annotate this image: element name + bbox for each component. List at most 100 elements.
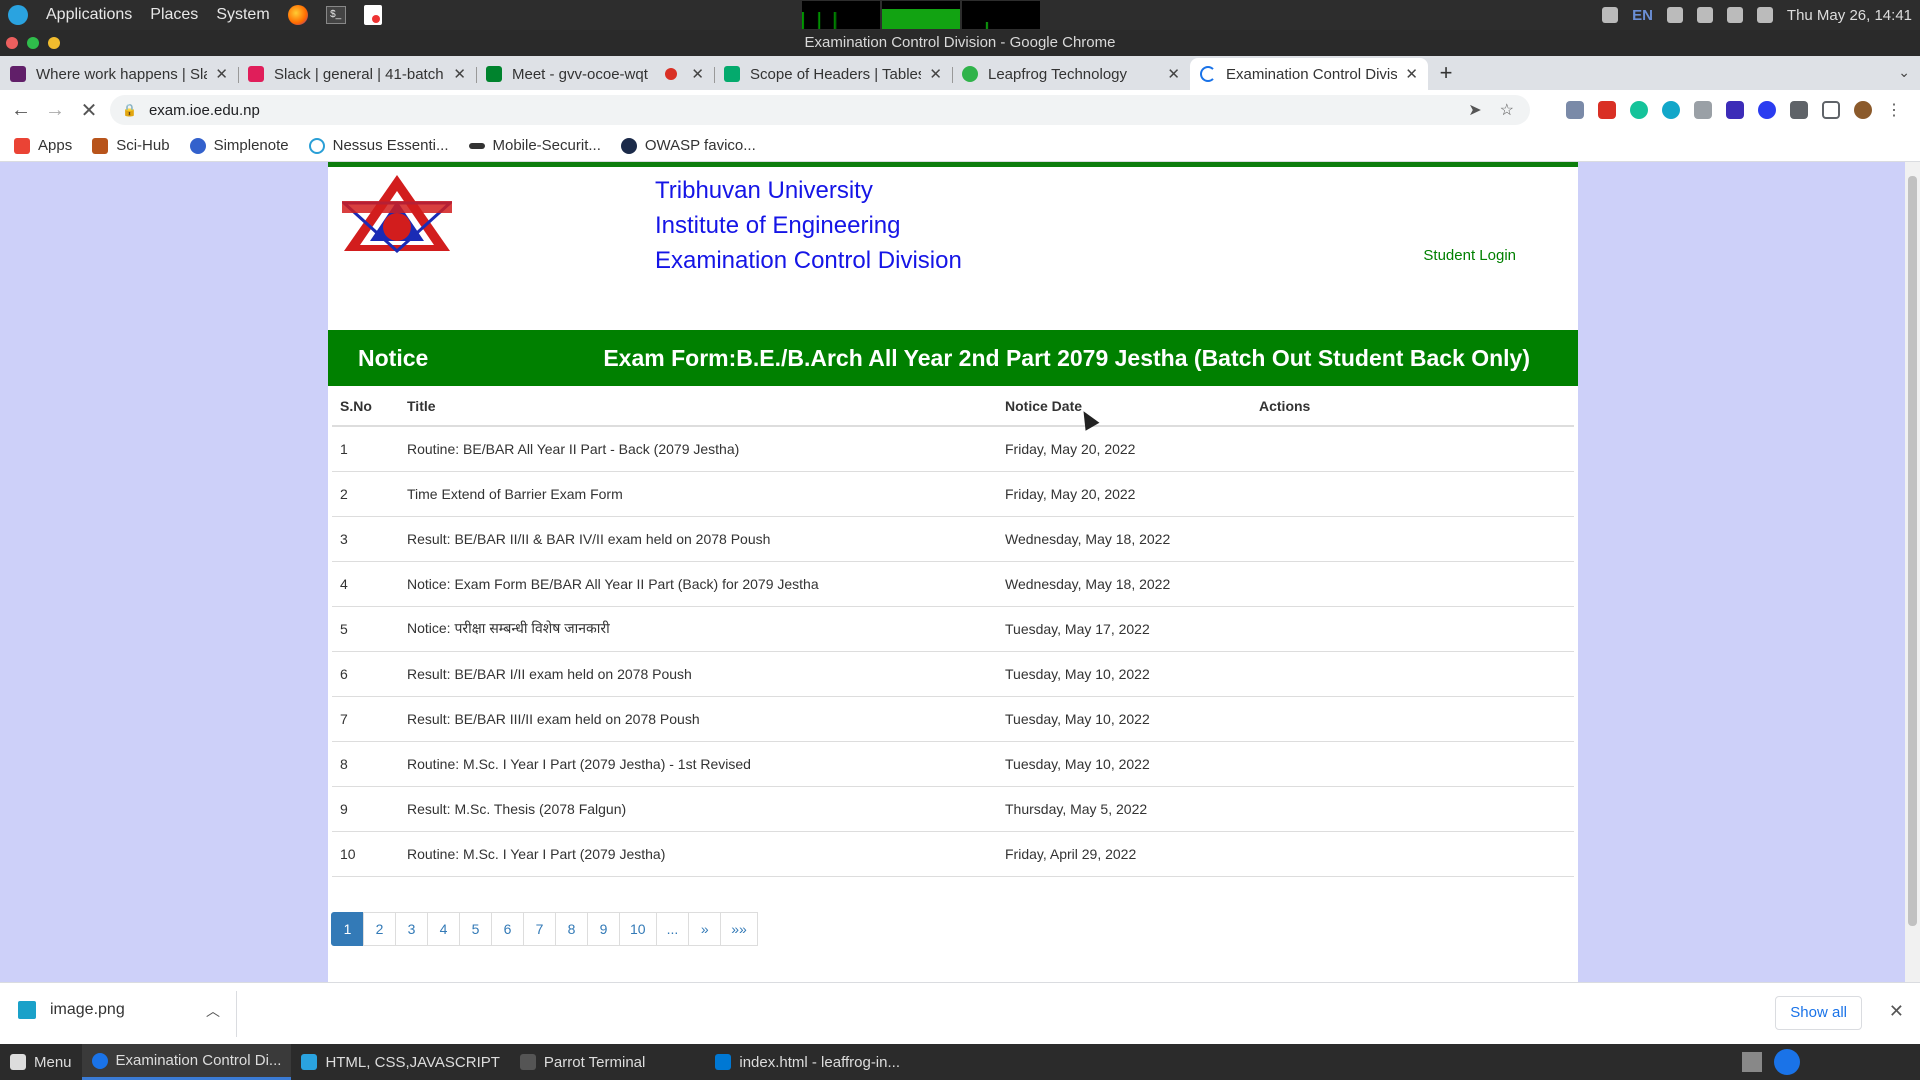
tab-slack-general[interactable]: Slack | general | 41-batch ✕ [238,58,476,90]
cell-title[interactable]: Notice: Exam Form BE/BAR All Year II Par… [399,561,997,607]
page-link-9[interactable]: 9 [587,912,620,946]
menu-places[interactable]: Places [150,6,198,24]
taskbar-item-terminal[interactable]: Parrot Terminal [510,1044,655,1080]
start-menu-button[interactable]: Menu [0,1044,82,1080]
page-link-8[interactable]: 8 [555,912,588,946]
bookmark-apps[interactable]: Apps [14,137,72,154]
avatar[interactable] [1854,101,1872,119]
cell-title[interactable]: Result: BE/BAR I/II exam held on 2078 Po… [399,651,997,697]
address-bar[interactable]: 🔒 exam.ioe.edu.np ➤ ☆ [110,95,1530,125]
chrome-icon[interactable] [1774,1049,1800,1075]
page-link-1[interactable]: 1 [331,912,364,946]
lock-icon[interactable]: 🔒 [122,103,137,117]
student-login-link[interactable]: Student Login [1423,247,1516,264]
bluetooth-icon[interactable] [1602,7,1619,23]
extension-icon[interactable] [1694,101,1712,119]
cell-title[interactable]: Result: M.Sc. Thesis (2078 Falgun) [399,786,997,832]
page-link-6[interactable]: 6 [491,912,524,946]
page-scrollbar[interactable] [1905,162,1920,982]
tab-meet[interactable]: Meet - gvv-ocoe-wqt ✕ [476,58,714,90]
page-link-7[interactable]: 7 [523,912,556,946]
extension-icon[interactable] [1598,101,1616,119]
forward-arrow-icon[interactable]: → [42,99,68,122]
page-link-10[interactable]: 10 [619,912,657,946]
taskbar-item-chrome[interactable]: Examination Control Di... [81,1044,292,1080]
download-item[interactable]: image.png [18,1001,125,1019]
microphone-icon[interactable] [1666,7,1683,23]
terminal-icon[interactable]: $_ [325,6,346,24]
tab-examination[interactable]: Examination Control Divis ✕ [1190,58,1428,90]
scrollbar-thumb[interactable] [1908,176,1917,926]
page-link-4[interactable]: 4 [427,912,460,946]
page-ellipsis[interactable]: ... [655,912,690,946]
bookmark-star-icon[interactable]: ☆ [1500,100,1514,120]
back-arrow-icon[interactable]: ← [8,99,34,122]
workspace-icon[interactable] [1742,1052,1762,1072]
wifi-icon[interactable] [1726,7,1743,23]
tab-close-icon[interactable]: ✕ [691,65,704,83]
taskbar-item-folder[interactable]: HTML, CSS,JAVASCRIPT [291,1044,509,1080]
tab-close-icon[interactable]: ✕ [1405,65,1418,83]
tab-slack-home[interactable]: Where work happens | Sla ✕ [0,58,238,90]
menu-applications[interactable]: Applications [46,6,132,24]
notice-marquee-title[interactable]: Exam Form:B.E./B.Arch All Year 2nd Part … [603,330,1530,386]
show-all-button[interactable]: Show all [1775,996,1862,1030]
university-name[interactable]: Tribhuvan University [655,173,962,208]
cell-title[interactable]: Routine: M.Sc. I Year I Part (2079 Jesth… [399,741,997,787]
cell-title[interactable]: Routine: BE/BAR All Year II Part - Back … [399,426,997,472]
maximize-window-button[interactable] [27,37,39,49]
bookmark-owasp[interactable]: OWASP favico... [620,137,756,154]
clock[interactable]: Thu May 26, 14:41 [1787,7,1912,24]
page-next[interactable]: » [688,912,722,946]
bookmark-nessus[interactable]: Nessus Essenti... [308,137,449,154]
menu-system[interactable]: System [216,6,269,24]
cell-title[interactable]: Result: BE/BAR II/II & BAR IV/II exam he… [399,516,997,562]
tab-close-icon[interactable]: ✕ [453,65,466,83]
cell-title[interactable]: Time Extend of Barrier Exam Form [399,471,997,517]
battery-icon[interactable] [1756,7,1773,23]
page-link-5[interactable]: 5 [459,912,492,946]
tab-search-chevron-icon[interactable]: ⌄ [1898,64,1910,81]
bookmark-simplenote[interactable]: Simplenote [189,137,289,154]
bookmark-mobile-security[interactable]: Mobile-Securit... [468,137,601,154]
page-link-3[interactable]: 3 [395,912,428,946]
extension-icon[interactable] [1662,101,1680,119]
close-icon[interactable]: ✕ [1889,1001,1904,1022]
volume-icon[interactable] [1696,7,1713,23]
document-icon[interactable] [363,5,382,25]
bookmark-scihub[interactable]: Sci-Hub [92,137,170,154]
cell-title[interactable]: Routine: M.Sc. I Year I Part (2079 Jesth… [399,831,997,877]
parrot-logo-icon[interactable] [8,5,28,25]
tab-w3schools[interactable]: Scope of Headers | Tables ✕ [714,58,952,90]
keyboard-layout[interactable]: EN [1632,7,1653,24]
cell-title[interactable]: Notice: परीक्षा सम्बन्धी विशेष जानकारी [399,606,997,652]
table-row: 6 Result: BE/BAR I/II exam held on 2078 P… [332,651,1574,697]
close-window-button[interactable] [6,37,18,49]
url-text[interactable]: exam.ioe.edu.np [149,102,260,119]
page-link-2[interactable]: 2 [363,912,396,946]
tab-close-icon[interactable]: ✕ [1167,65,1180,83]
extension-icon[interactable] [1758,101,1776,119]
extension-icon[interactable] [1726,101,1744,119]
page-last[interactable]: »» [720,912,758,946]
download-filename[interactable]: image.png [50,1001,125,1019]
new-tab-button[interactable]: + [1428,58,1464,90]
side-panel-icon[interactable] [1822,101,1840,119]
minimize-window-button[interactable] [48,37,60,49]
institute-name[interactable]: Institute of Engineering [655,208,962,243]
firefox-icon[interactable] [287,5,308,25]
send-icon[interactable]: ➤ [1468,100,1481,120]
cell-title[interactable]: Result: BE/BAR III/II exam held on 2078 … [399,696,997,742]
division-name[interactable]: Examination Control Division [655,243,962,278]
puzzle-icon[interactable] [1790,101,1808,119]
taskbar-item-vscode[interactable]: index.html - leaffrog-in... [705,1044,910,1080]
extension-icon[interactable] [1566,101,1584,119]
table-row: 1 Routine: BE/BAR All Year II Part - Back… [332,426,1574,472]
chevron-up-icon[interactable]: ︿ [206,1001,220,1021]
kebab-menu-icon[interactable]: ⋮ [1886,100,1902,120]
tab-close-icon[interactable]: ✕ [215,65,228,83]
stop-loading-icon[interactable]: ✕ [76,98,102,123]
tab-close-icon[interactable]: ✕ [929,65,942,83]
tab-leapfrog[interactable]: Leapfrog Technology ✕ [952,58,1190,90]
grammarly-icon[interactable] [1630,101,1648,119]
